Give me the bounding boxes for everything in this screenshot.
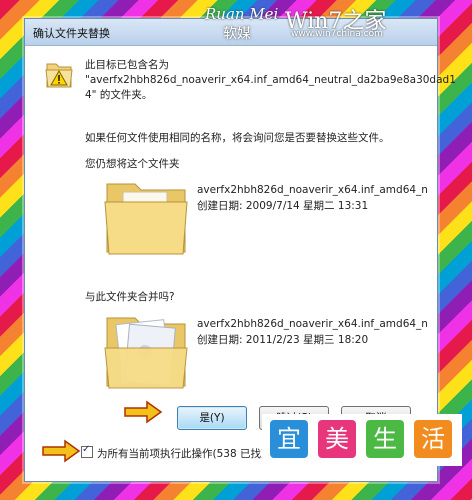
apply-to-all-row[interactable]: 为所有当前项执行此操作(538 已找到)( [81, 444, 280, 461]
watermark-ruanmei: Ruan Mei [205, 5, 279, 23]
arrow-icon [124, 400, 163, 424]
apply-to-all-checkbox[interactable] [81, 444, 93, 458]
target-folder-created: 创建日期: 2011/2/23 星期三 18:20 [197, 334, 369, 346]
replace-prompt: 您仍想将这个文件夹 [85, 158, 180, 170]
title-bar: 确认文件夹替换 Ruan Mei 软媒 Win7之家 www.win7china… [25, 5, 437, 46]
message-line-1: 此目标已包含名为 [85, 59, 169, 71]
stamp-char-4: 活 [414, 420, 452, 458]
window-title: 确认文件夹替换 [33, 27, 110, 40]
message-info: 如果任何文件使用相同的名称，将会询问您是否要替换这些文件。 [85, 132, 390, 144]
folder-warning-icon [45, 63, 73, 88]
watermark-url: www.win7china.com [291, 29, 383, 39]
yimei-stamp: 宜 美 生 活 [262, 414, 462, 466]
message-line-2: "averfx2hbh826d_noaverir_x64.inf_amd64_n… [85, 74, 456, 86]
arrow-icon [42, 439, 81, 463]
apply-to-all-label: 为所有当前项执行此操作(538 已找到)( [97, 448, 280, 460]
confirm-folder-replace-dialog: 确认文件夹替换 Ruan Mei 软媒 Win7之家 www.win7china… [24, 5, 456, 482]
stamp-char-2: 美 [318, 420, 356, 458]
merge-prompt: 与此文件夹合并吗? [85, 291, 175, 303]
target-folder-icon[interactable] [101, 308, 191, 394]
message-line-3: 4" 的文件夹。 [85, 89, 153, 101]
watermark-logo: Ruan Mei 软媒 Win7之家 www.win7china.com [205, 5, 427, 45]
stamp-char-3: 生 [366, 420, 404, 458]
target-folder-name: averfx2hbh826d_noaverir_x64.inf_amd64_ne… [197, 318, 427, 330]
source-folder-info: averfx2hbh826d_noaverir_x64.inf_amd64_ne… [197, 182, 427, 214]
watermark-soft: 软媒 [223, 26, 251, 42]
source-folder-icon[interactable] [101, 174, 191, 260]
yes-button[interactable]: 是(Y) [177, 406, 247, 430]
source-folder-name: averfx2hbh826d_noaverir_x64.inf_amd64_ne… [197, 184, 427, 196]
source-folder-created: 创建日期: 2009/7/14 星期二 13:31 [197, 200, 369, 212]
stamp-char-1: 宜 [270, 420, 308, 458]
target-folder-info: averfx2hbh826d_noaverir_x64.inf_amd64_ne… [197, 316, 427, 348]
message-block: 此目标已包含名为 "averfx2hbh826d_noaverir_x64.in… [85, 58, 456, 103]
